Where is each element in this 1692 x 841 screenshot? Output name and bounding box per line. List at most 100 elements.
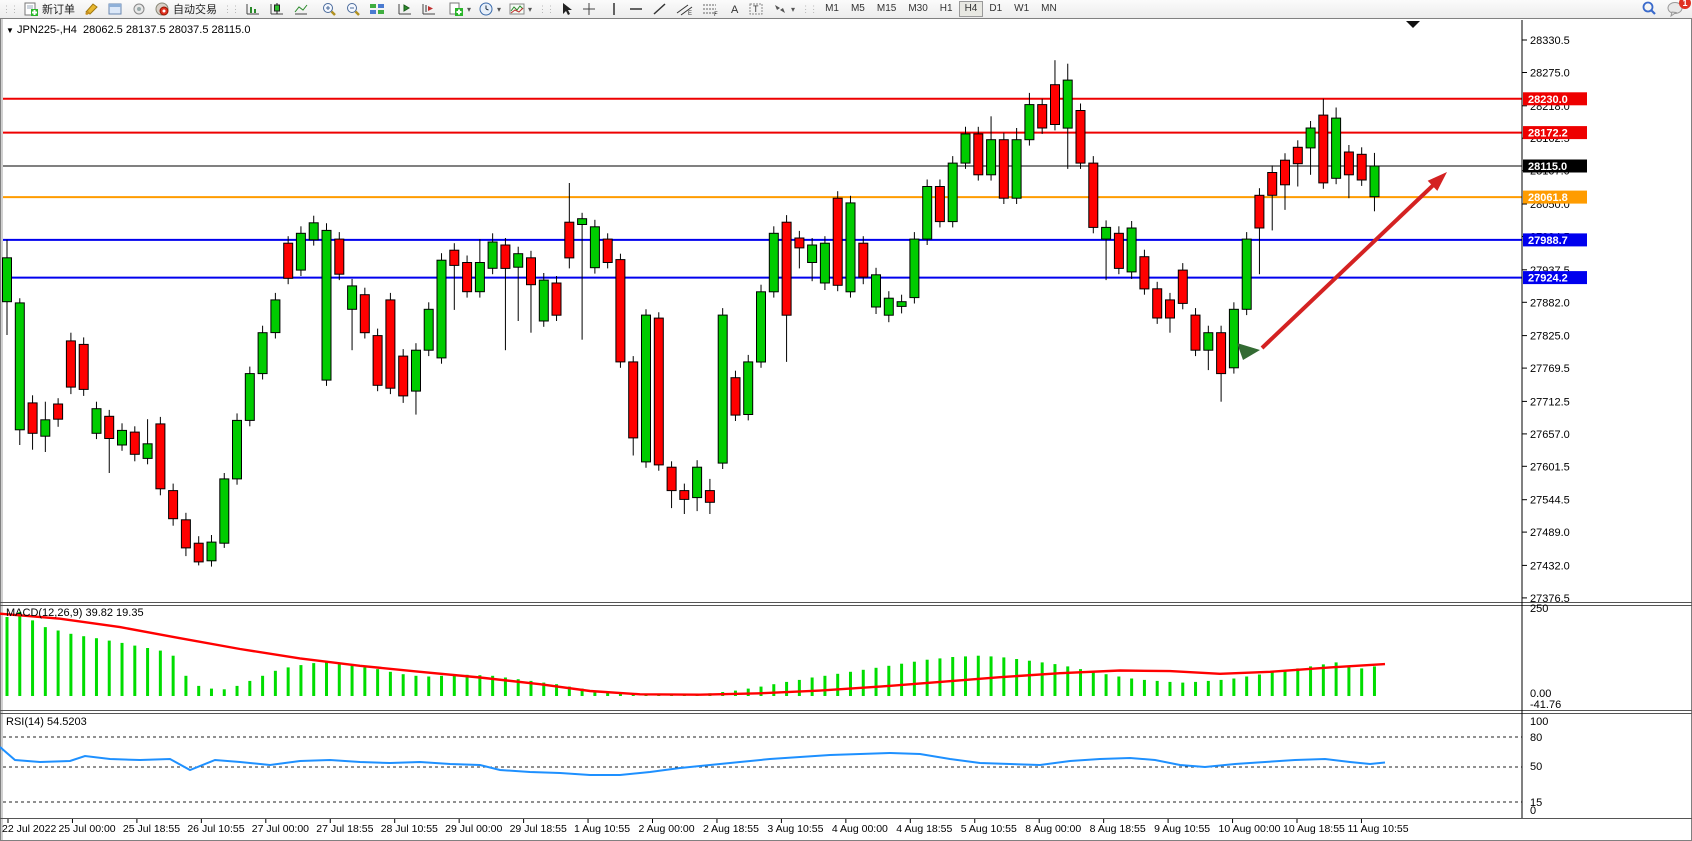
text-button[interactable]: A [724, 1, 745, 18]
price-line-label: 28115.0 [1523, 160, 1587, 174]
zoom-in-button[interactable] [317, 1, 341, 18]
svg-text:28172.2: 28172.2 [1528, 128, 1568, 140]
price-tick-label: 27712.5 [1530, 396, 1570, 408]
price-line-label: 27988.7 [1523, 233, 1587, 247]
candle [590, 220, 599, 274]
candle [1229, 302, 1238, 373]
svg-text:F: F [714, 12, 718, 16]
auto-scroll-button[interactable] [417, 1, 441, 18]
date-tick-label: 3 Aug 10:55 [767, 823, 823, 835]
new-order-label: 新订单 [42, 1, 75, 17]
chevron-down-icon: ▾ [791, 5, 795, 14]
candle [1242, 232, 1251, 315]
candle [974, 127, 983, 181]
tab-m30[interactable]: M30 [902, 1, 933, 17]
macd-scale-label: 250 [1530, 603, 1548, 615]
date-tick-label: 8 Aug 18:55 [1090, 823, 1146, 835]
fibonacci-icon: F [702, 2, 720, 16]
bar-chart-button[interactable] [241, 1, 265, 18]
tile-windows-button[interactable] [365, 1, 389, 18]
tab-m1[interactable]: M1 [819, 1, 845, 17]
line-chart-button[interactable] [289, 1, 313, 18]
candlestick-chart-button[interactable] [265, 1, 289, 18]
candle [846, 196, 855, 298]
tab-mn[interactable]: MN [1035, 1, 1063, 17]
text-icon: A [728, 2, 741, 16]
chart-ohlc: 28062.5 28137.5 28037.5 28115.0 [83, 24, 250, 36]
date-tick-label: 11 Aug 10:55 [1347, 823, 1408, 835]
date-tick-label: 8 Aug 00:00 [1025, 823, 1081, 835]
tab-w1[interactable]: W1 [1008, 1, 1035, 17]
chart-shift-button[interactable] [393, 1, 417, 18]
market-watch-button[interactable] [103, 1, 127, 18]
tab-h1[interactable]: H1 [934, 1, 959, 17]
price-tick-label: 27882.0 [1530, 297, 1570, 309]
vertical-line-button[interactable] [604, 1, 624, 18]
notification-badge: 1 [1679, 0, 1691, 9]
text-label-button[interactable]: T [745, 1, 768, 18]
sound-button[interactable] [127, 1, 151, 18]
chart-shift-icon [397, 2, 413, 16]
candle [1089, 156, 1098, 233]
window-border [1, 19, 1692, 841]
rsi-scale-label: 0 [1530, 805, 1536, 817]
equidistant-channel-button[interactable]: E [672, 1, 698, 18]
date-tick-label: 25 Jul 18:55 [123, 823, 180, 835]
chevron-down-icon: ▾ [497, 5, 501, 14]
candle [399, 349, 408, 403]
new-chart-icon [449, 2, 464, 16]
date-tick-label: 10 Aug 18:55 [1283, 823, 1345, 835]
macd-scale-label: -41.76 [1530, 699, 1561, 711]
candle [15, 298, 24, 445]
trendline-button[interactable] [648, 1, 672, 18]
candle [296, 226, 305, 276]
candle [1332, 108, 1341, 185]
candle [1140, 250, 1149, 295]
zoom-out-button[interactable] [341, 1, 365, 18]
tab-d1[interactable]: D1 [983, 1, 1008, 17]
chart-symbol: JPN225-,H4 [17, 24, 77, 36]
candle [1178, 263, 1187, 309]
periods-button[interactable]: ▾ [475, 1, 505, 18]
chevron-down-icon: ▾ [467, 5, 471, 14]
arrows-button[interactable]: ▾ [768, 1, 799, 18]
price-tick-label: 27601.5 [1530, 461, 1570, 473]
price-tick-label: 27657.0 [1530, 429, 1570, 441]
candlestick-chart-icon [269, 2, 285, 16]
chart-window[interactable]: 28330.528275.028218.028162.528107.028050… [0, 18, 1692, 841]
price-tick-label: 28275.0 [1530, 68, 1570, 80]
template-button[interactable]: ▾ [505, 1, 536, 18]
date-tick-label: 4 Aug 00:00 [832, 823, 888, 835]
chart-canvas[interactable]: 28330.528275.028218.028162.528107.028050… [0, 18, 1692, 841]
date-tick-label: 5 Aug 10:55 [961, 823, 1017, 835]
candle [999, 133, 1008, 204]
tab-m15[interactable]: M15 [871, 1, 902, 17]
candle [360, 288, 369, 339]
bar-chart-icon [245, 2, 261, 16]
crosshair-button[interactable] [578, 1, 600, 18]
candle [718, 308, 727, 469]
tab-m5[interactable]: M5 [845, 1, 871, 17]
candle [245, 367, 254, 427]
date-tick-label: 29 Jul 00:00 [445, 823, 502, 835]
new-order-button[interactable]: 新订单 [20, 1, 79, 18]
rsi-scale-label: 50 [1530, 761, 1542, 773]
candle [616, 254, 625, 368]
new-chart-button[interactable]: ▾ [445, 1, 475, 18]
text-label-icon: T [749, 2, 764, 16]
price-line-label: 28230.0 [1523, 92, 1587, 106]
collapse-triangle-icon[interactable]: ▼ [6, 26, 14, 35]
sound-icon [131, 2, 147, 16]
svg-text:28115.0: 28115.0 [1528, 161, 1567, 173]
tab-h4[interactable]: H4 [959, 1, 984, 17]
crosshair-icon [582, 2, 596, 16]
candle [769, 226, 778, 297]
horizontal-line-button[interactable] [624, 1, 648, 18]
auto-trading-icon [155, 2, 170, 16]
styles-button[interactable] [79, 1, 103, 18]
date-tick-label: 26 Jul 10:55 [187, 823, 244, 835]
price-tick-label: 28330.5 [1530, 35, 1570, 47]
auto-trading-button[interactable]: 自动交易 [151, 1, 221, 18]
fibonacci-button[interactable]: F [698, 1, 724, 18]
cursor-button[interactable] [556, 1, 578, 18]
